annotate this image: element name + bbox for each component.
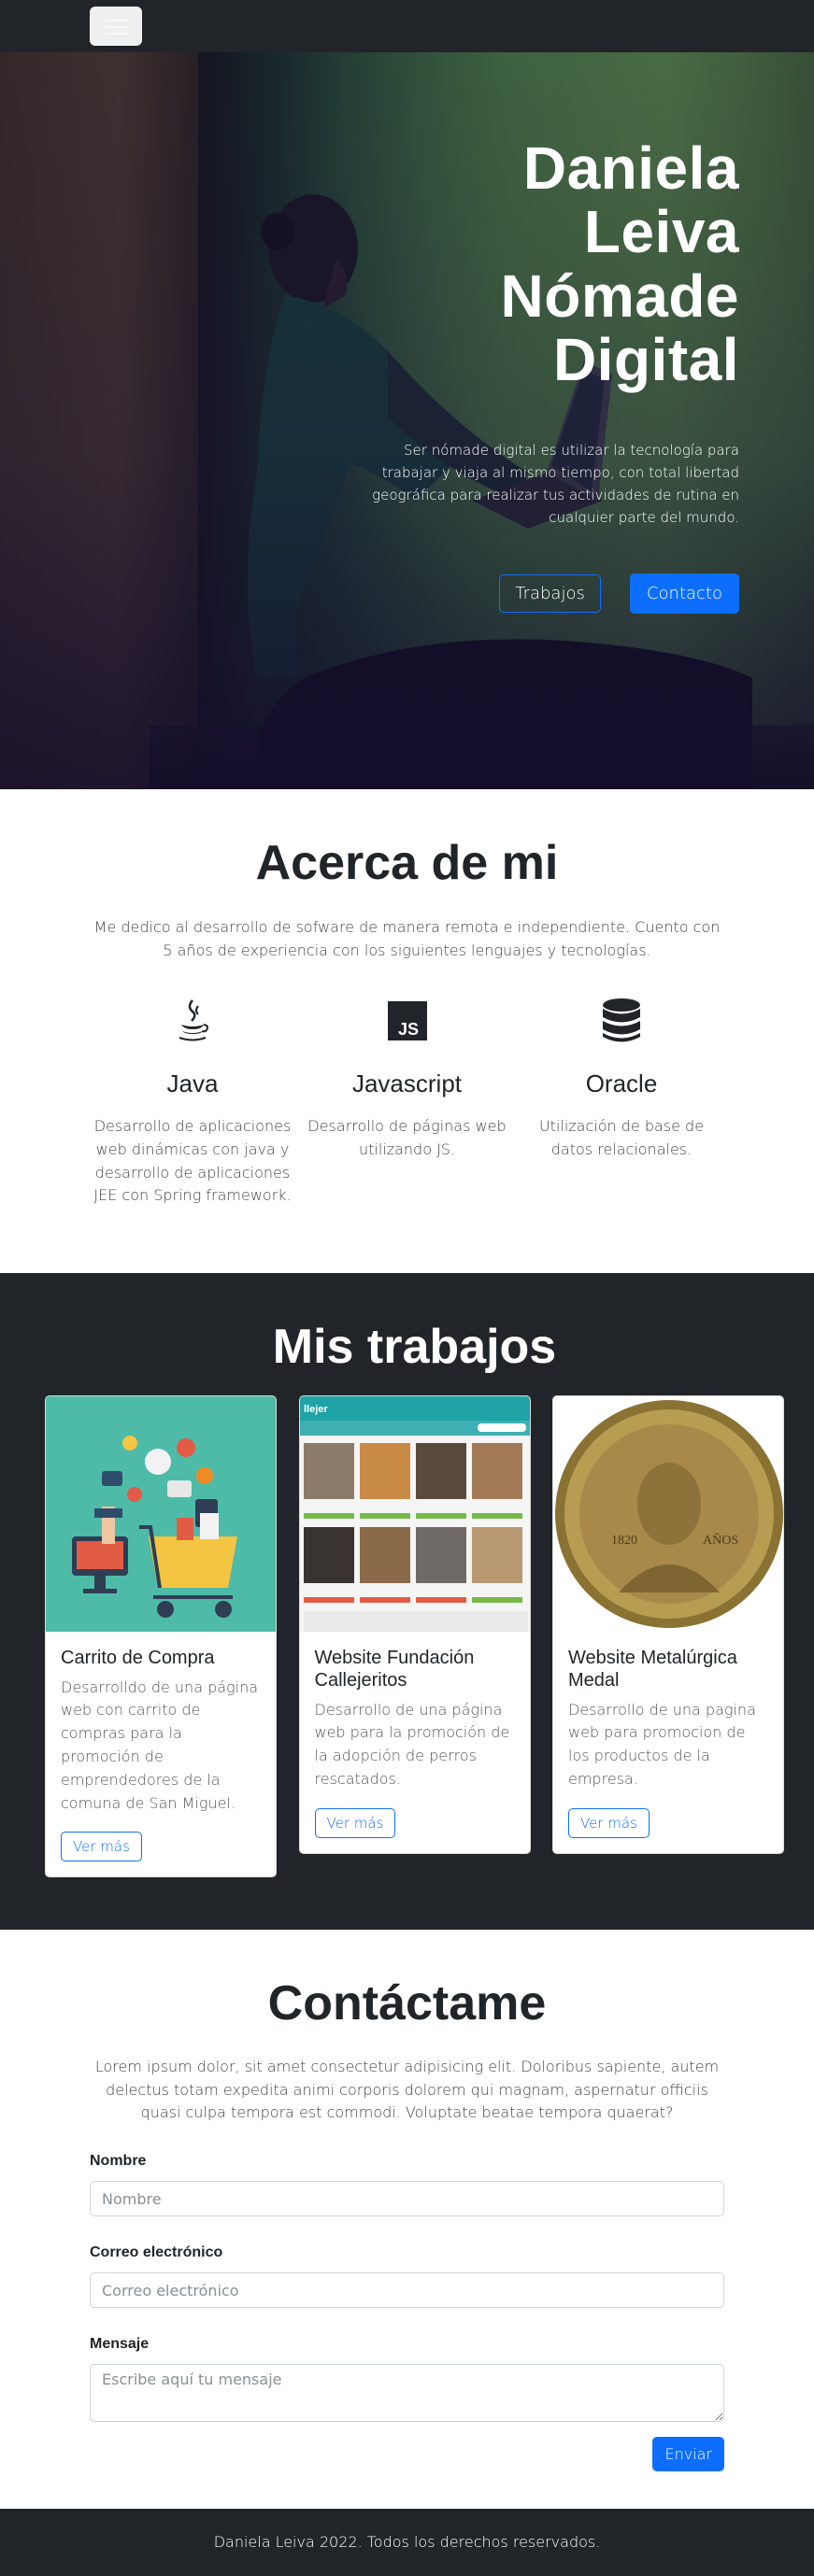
hero-title-line: Leiva [583,198,739,266]
card-text: Desarrollo de una pagina web para promoc… [568,1700,756,1788]
contact-lead: Lorem ipsum dolor, sit amet consectetur … [94,2057,720,2122]
navbar-toggler-button[interactable] [90,7,142,46]
ver-mas-button[interactable]: Ver más [314,1807,396,1838]
skill-description: Utilización de base de datos relacionale… [538,1116,705,1158]
contacto-button[interactable]: Contacto [629,573,739,614]
contact-section: Contáctame Lorem ipsum dolor, sit amet c… [0,1930,814,2510]
works-section: Mis trabajos Carrito de Compra Desarroll… [0,1273,814,1931]
message-label: Mensaje [90,2336,150,2353]
card-text: Desarrollo de una página web para la pro… [314,1700,510,1788]
card-title: Website Metalúrgica Medal [568,1647,737,1691]
footer: Daniela Leiva 2022. Todos los derechos r… [0,2509,814,2576]
card-text: Desarrolldo de una página web con carrit… [61,1677,259,1812]
mock-site-brand: llejer [304,1404,328,1415]
skill-javascript: JS Javascript Desarrollo de páginas web … [305,998,510,1208]
about-title: Acerca de mi [255,836,559,890]
dog-adoption-website-screenshot: llejer [299,1395,530,1632]
database-icon [519,998,724,1043]
hero-title: Daniela Leiva Nómade Digital [253,136,739,392]
about-section: Acerca de mi Me dedico al desarrollo de … [0,789,814,1274]
hero-buttons: Trabajos Contacto [253,573,739,614]
send-button[interactable]: Enviar [652,2437,724,2472]
card-title: Carrito de Compra [61,1647,215,1668]
medal-text-left: 1820 [611,1534,637,1548]
hamburger-icon [106,20,128,21]
skill-description: Desarrollo de páginas web utilizando JS. [307,1116,507,1158]
ver-mas-button[interactable]: Ver más [568,1807,650,1838]
bronze-medal-image: 1820 AÑOS [553,1395,783,1632]
work-card-carrito: Carrito de Compra Desarrolldo de una pág… [45,1394,277,1878]
work-card-medal: 1820 AÑOS Website Metalúrgica Medal Desa… [552,1394,784,1854]
name-label: Nombre [90,2153,147,2170]
footer-text: Daniela Leiva 2022. Todos los derechos r… [213,2533,601,2552]
message-textarea[interactable] [90,2364,724,2423]
ver-mas-button[interactable]: Ver más [61,1832,142,1862]
hero-title-line: Digital [552,326,739,394]
hero-section: Daniela Leiva Nómade Digital Ser nómade … [0,52,814,789]
works-cards: Carrito de Compra Desarrolldo de una pág… [45,1394,784,1878]
submit-row: Enviar [90,2437,724,2472]
medal-text-right: AÑOS [703,1533,738,1548]
svg-text:JS: JS [397,1020,418,1039]
trabajos-button[interactable]: Trabajos [499,573,601,613]
card-body: Website Metalúrgica Medal Desarrollo de … [553,1632,783,1853]
name-input[interactable] [90,2181,724,2217]
hero-title-line: Daniela [522,134,739,202]
shopping-cart-illustration [46,1395,276,1632]
works-title: Mis trabajos [272,1320,557,1375]
email-group: Correo electrónico [90,2244,724,2309]
email-input[interactable] [90,2272,724,2309]
skill-java: Java Desarrollo de aplicaciones web diná… [90,998,295,1208]
card-body: Website Fundación Callejeritos Desarroll… [300,1632,530,1853]
hero-content: Daniela Leiva Nómade Digital Ser nómade … [253,136,739,614]
email-label: Correo electrónico [90,2244,223,2261]
message-group: Mensaje [90,2336,724,2426]
skill-name: Oracle [585,1069,658,1097]
contact-title: Contáctame [267,1976,547,2031]
hamburger-icon-bar [106,26,128,28]
java-icon [90,998,295,1043]
name-group: Nombre [90,2153,724,2217]
about-lead: Me dedico al desarrollo de sofware de ma… [93,918,721,960]
contact-form: Nombre Correo electrónico Mensaje Enviar [90,2153,724,2472]
hamburger-icon-bar [106,33,128,35]
hero-description: Ser nómade digital es utilizar la tecnol… [372,441,739,526]
card-body: Carrito de Compra Desarrolldo de una pág… [46,1632,276,1877]
skill-oracle: Oracle Utilización de base de datos rela… [519,998,724,1208]
skill-name: Java [166,1069,219,1097]
skill-name: Javascript [351,1069,463,1097]
navbar [0,0,814,52]
card-title: Website Fundación Callejeritos [314,1647,475,1691]
hero-title-line: Nómade [500,262,739,330]
javascript-icon: JS [305,998,510,1043]
work-card-callejeritos: llejer Website Fundación Callejeritos De… [298,1394,531,1854]
skill-description: Desarrollo de aplicaciones web dinámicas… [93,1116,292,1205]
skills-list: Java Desarrollo de aplicaciones web diná… [90,998,724,1208]
